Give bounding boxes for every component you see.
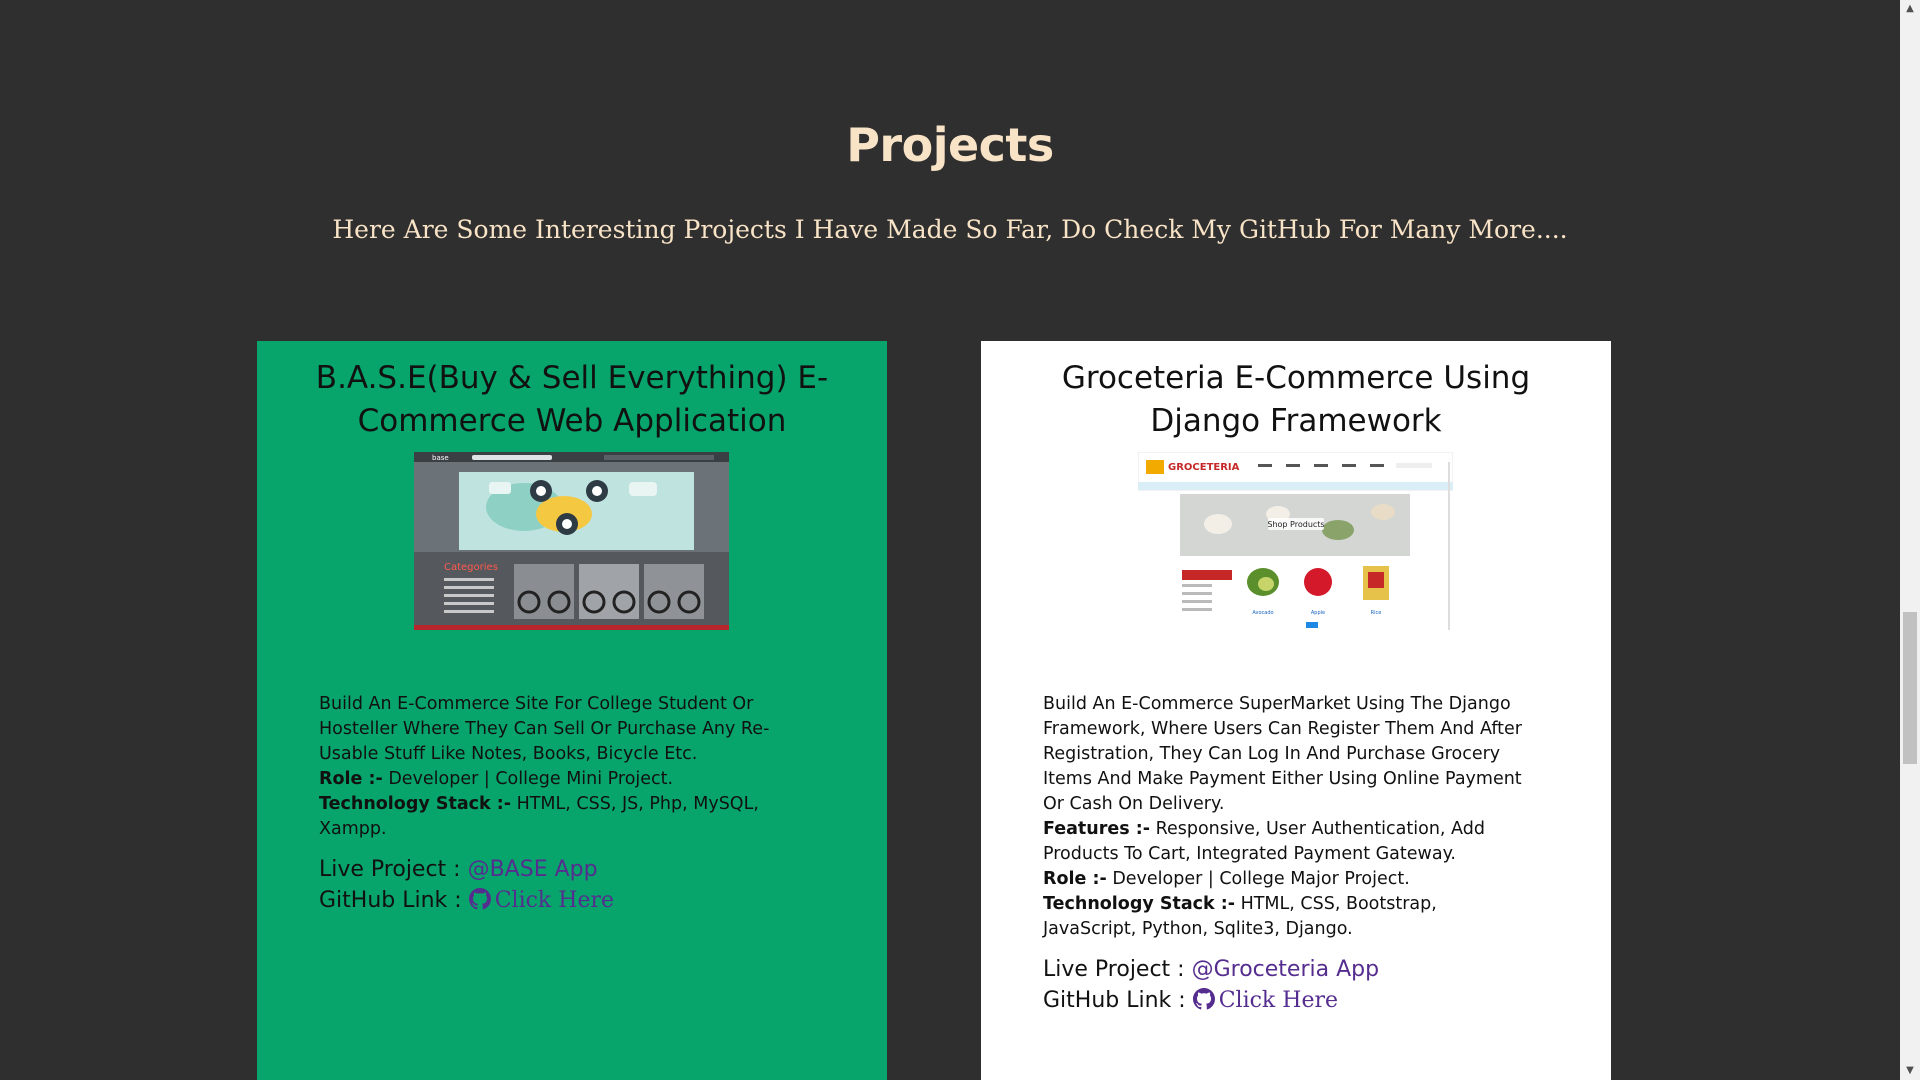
base-categories-text: Categories — [444, 562, 498, 573]
features-line: Features :- Responsive, User Authenticat… — [1043, 817, 1523, 867]
live-project-line: Live Project : @BASE App — [319, 854, 799, 885]
github-label: GitHub Link : — [1043, 988, 1186, 1013]
github-link[interactable]: Click Here — [468, 888, 614, 913]
page: Projects Here Are Some Interesting Proje… — [0, 0, 1900, 1080]
project-title: B.A.S.E(Buy & Sell Everything) E-Commerc… — [315, 360, 829, 439]
github-icon — [1192, 988, 1215, 1019]
product-name: Rice — [1371, 610, 1382, 616]
base-brand-text: base — [432, 454, 449, 462]
project-description: Build An E-Commerce SuperMarket Using Th… — [1043, 692, 1523, 1019]
project-screenshot: GROCETERIA Shop Products Avocado Apple R… — [1138, 452, 1453, 630]
role-label: Role :- — [1043, 869, 1107, 889]
github-line: GitHub Link : Click Here — [1043, 985, 1523, 1019]
live-project-line: Live Project : @Groceteria App — [1043, 954, 1523, 985]
github-link[interactable]: Click Here — [1192, 988, 1338, 1013]
role-label: Role :- — [319, 769, 383, 789]
project-description: Build An E-Commerce Site For College Stu… — [319, 692, 799, 919]
shop-products-text: Shop Products — [1267, 520, 1324, 529]
stack-label: Technology Stack :- — [1043, 894, 1235, 914]
project-card-groceteria: Groceteria E-Commerce Using Django Frame… — [981, 341, 1611, 1080]
description-text: Build An E-Commerce Site For College Stu… — [319, 694, 770, 764]
stack-line: Technology Stack :- HTML, CSS, JS, Php, … — [319, 792, 799, 842]
product-name: Apple — [1311, 610, 1325, 616]
live-project-link[interactable]: @BASE App — [468, 857, 598, 882]
scrollbar-thumb[interactable] — [1903, 612, 1917, 764]
github-link-text: Click Here — [494, 888, 614, 913]
project-title: Groceteria E-Commerce Using Django Frame… — [1061, 360, 1531, 439]
scroll-down-icon[interactable]: ▼ — [1900, 1062, 1920, 1080]
github-icon — [468, 888, 491, 919]
live-project-label: Live Project : — [319, 857, 461, 882]
stack-label: Technology Stack :- — [319, 794, 511, 814]
features-label: Features :- — [1043, 819, 1151, 839]
product-name: Avocado — [1252, 610, 1273, 616]
project-links: Live Project : @Groceteria App GitHub Li… — [1043, 954, 1523, 1019]
project-screenshot: base Categories — [414, 452, 729, 630]
role-value: Developer | College Mini Project. — [388, 769, 674, 789]
stack-line: Technology Stack :- HTML, CSS, Bootstrap… — [1043, 892, 1523, 942]
vertical-scrollbar[interactable]: ▲ ▼ — [1900, 0, 1920, 1080]
role-line: Role :- Developer | College Mini Project… — [319, 767, 799, 792]
description-text: Build An E-Commerce SuperMarket Using Th… — [1043, 694, 1522, 814]
section-subtitle: Here Are Some Interesting Projects I Hav… — [332, 215, 1568, 244]
github-line: GitHub Link : Click Here — [319, 885, 799, 919]
section-title: Projects — [846, 118, 1054, 172]
scroll-up-icon[interactable]: ▲ — [1900, 0, 1920, 18]
github-label: GitHub Link : — [319, 888, 462, 913]
project-links: Live Project : @BASE App GitHub Link : C… — [319, 854, 799, 919]
live-project-label: Live Project : — [1043, 957, 1185, 982]
live-project-link[interactable]: @Groceteria App — [1192, 957, 1379, 982]
groceteria-brand-text: GROCETERIA — [1168, 462, 1240, 473]
role-line: Role :- Developer | College Major Projec… — [1043, 867, 1523, 892]
role-value: Developer | College Major Project. — [1112, 869, 1410, 889]
project-card-base: B.A.S.E(Buy & Sell Everything) E-Commerc… — [257, 341, 887, 1080]
github-link-text: Click Here — [1218, 988, 1338, 1013]
